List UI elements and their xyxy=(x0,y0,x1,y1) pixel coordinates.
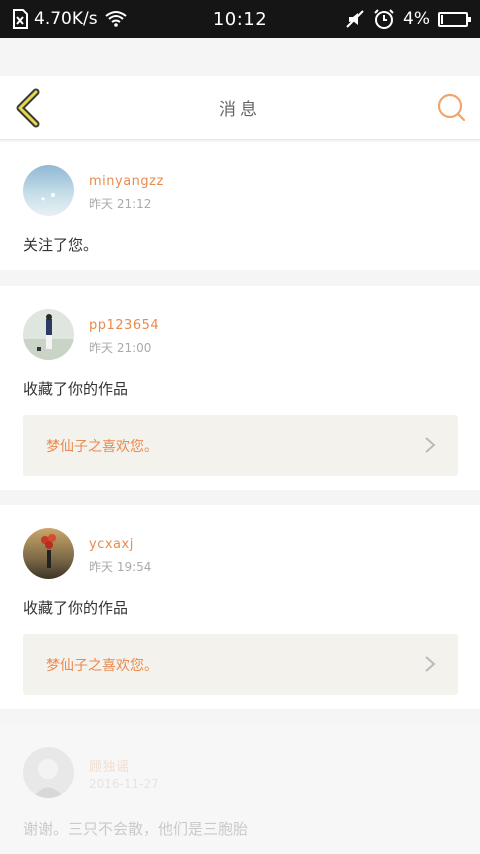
header: 消息 xyxy=(0,76,480,140)
top-spacer xyxy=(0,38,480,76)
message-text: 收藏了你的作品 xyxy=(23,599,129,617)
network-speed: 4.70K/s xyxy=(34,9,98,29)
search-icon xyxy=(437,93,466,122)
battery-icon xyxy=(438,11,471,27)
message-item[interactable]: 顾独谣 2016-11-27 谢谢。三只不会散，他们是三胞胎 xyxy=(0,724,480,854)
work-link[interactable]: 梦仙子之喜欢您。 xyxy=(23,415,458,476)
work-title: 梦仙子之喜欢您。 xyxy=(46,658,158,674)
timestamp: 昨天 19:54 xyxy=(89,560,152,574)
username[interactable]: 顾独谣 xyxy=(89,756,130,775)
alarm-icon xyxy=(373,8,395,30)
avatar[interactable] xyxy=(23,528,74,579)
mute-icon xyxy=(345,9,365,29)
battery-percent: 4% xyxy=(403,9,430,29)
clock: 10:12 xyxy=(212,8,268,30)
chevron-right-icon xyxy=(425,656,436,672)
message-item[interactable]: pp123654 昨天 21:00 收藏了你的作品 梦仙子之喜欢您。 xyxy=(0,286,480,490)
chevron-right-icon xyxy=(425,437,436,453)
timestamp: 昨天 21:12 xyxy=(89,197,152,211)
avatar[interactable] xyxy=(23,309,74,360)
search-button[interactable] xyxy=(436,92,468,124)
work-link[interactable]: 梦仙子之喜欢您。 xyxy=(23,634,458,695)
avatar[interactable] xyxy=(23,747,74,798)
timestamp: 昨天 21:00 xyxy=(89,341,152,355)
status-bar: 4.70K/s 10:12 4% xyxy=(0,0,480,38)
back-arrow-icon xyxy=(16,88,40,128)
message-item[interactable]: minyangzz 昨天 21:12 关注了您。 xyxy=(0,142,480,270)
wifi-icon xyxy=(104,9,128,29)
sim-off-icon xyxy=(12,9,28,29)
page-title: 消息 xyxy=(219,100,261,120)
back-button[interactable] xyxy=(12,88,48,128)
message-item[interactable]: ycxaxj 昨天 19:54 收藏了你的作品 梦仙子之喜欢您。 xyxy=(0,505,480,709)
avatar[interactable] xyxy=(23,165,74,216)
timestamp: 2016-11-27 xyxy=(89,777,159,791)
message-text: 谢谢。三只不会散，他们是三胞胎 xyxy=(23,820,249,838)
message-text: 收藏了你的作品 xyxy=(23,380,129,398)
username[interactable]: pp123654 xyxy=(89,318,159,333)
username[interactable]: minyangzz xyxy=(89,174,164,189)
work-title: 梦仙子之喜欢您。 xyxy=(46,439,158,455)
message-text: 关注了您。 xyxy=(23,236,99,254)
username[interactable]: ycxaxj xyxy=(89,537,134,552)
